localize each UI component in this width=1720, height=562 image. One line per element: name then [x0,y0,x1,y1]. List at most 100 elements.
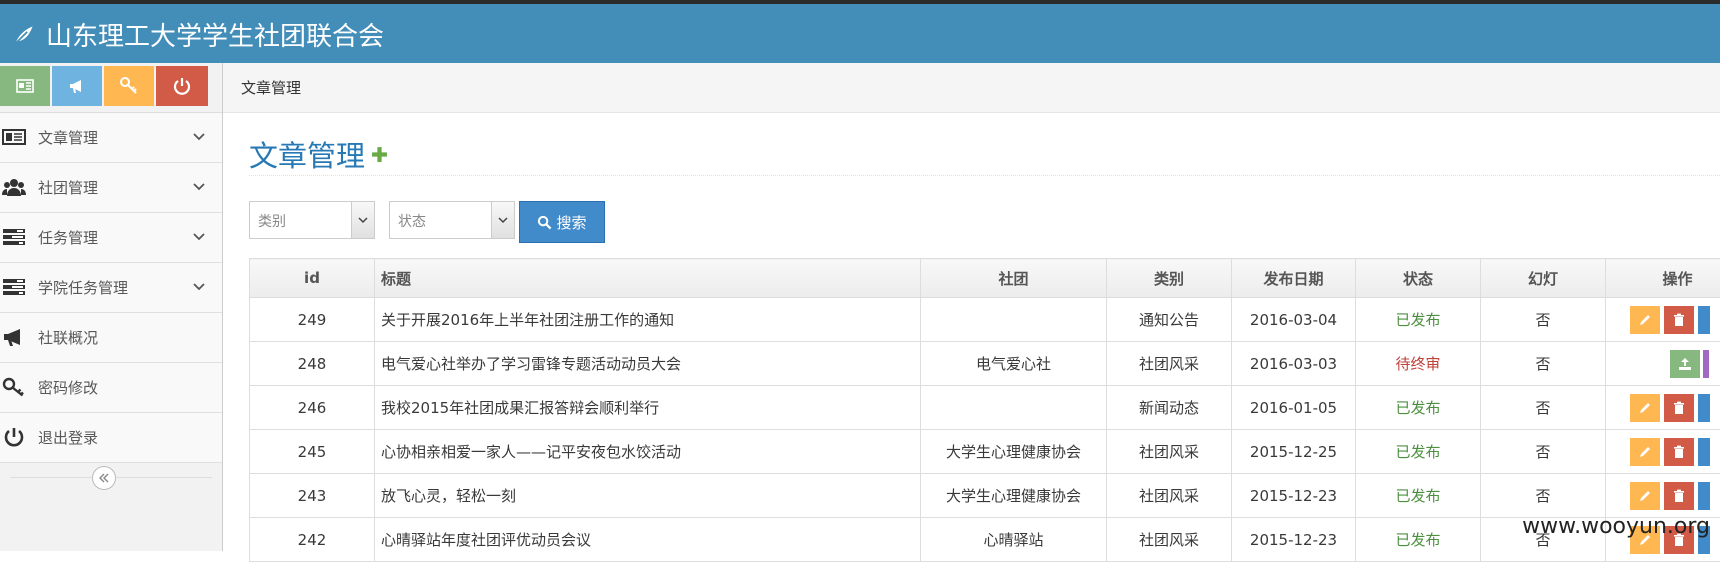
column-header[interactable]: 幻灯 [1481,259,1606,298]
edit-button[interactable] [1630,394,1660,422]
row-actions [1606,298,1720,341]
delete-button[interactable] [1664,438,1694,466]
cell-slide: 否 [1481,298,1606,342]
cell-status: 已发布 [1356,298,1481,342]
edit-button[interactable] [1630,482,1660,510]
row-action-button[interactable] [1698,306,1710,334]
cell-status: 已发布 [1356,518,1481,562]
cell-slide: 否 [1481,430,1606,474]
articles-table-wrap: id 标题 社团 类别 发布日期 状态 幻灯 操作 249 关于开展2016年上… [249,258,1720,562]
leaf-icon [12,21,38,47]
shortcut-logout-button[interactable] [156,66,208,106]
row-action-button[interactable] [1698,438,1710,466]
cell-title[interactable]: 电气爱心社举办了学习雷锋专题活动动员大会 [375,342,921,386]
sidebar-item-college-tasks[interactable]: 学院任务管理 [0,263,222,313]
breadcrumb-item[interactable]: 文章管理 [241,77,301,98]
plus-icon[interactable] [371,146,388,163]
trash-icon [1672,489,1686,503]
search-icon [537,215,552,230]
cell-club [921,298,1107,342]
cell-id: 246 [250,386,375,430]
double-chevron-left-icon [98,472,110,484]
sidebar-collapse-button[interactable] [92,466,116,490]
cell-status: 已发布 [1356,386,1481,430]
cell-category: 社团风采 [1107,474,1232,518]
key-icon [119,76,139,96]
cell-category: 社团风采 [1107,518,1232,562]
cell-actions [1606,430,1720,474]
cell-title[interactable]: 心晴驿站年度社团评优动员会议 [375,518,921,562]
cell-id: 242 [250,518,375,562]
cell-club: 电气爱心社 [921,342,1107,386]
cell-status: 已发布 [1356,430,1481,474]
cell-title[interactable]: 关于开展2016年上半年社团注册工作的通知 [375,298,921,342]
cell-id: 245 [250,430,375,474]
cell-status: 待终审 [1356,342,1481,386]
articles-table: id 标题 社团 类别 发布日期 状态 幻灯 操作 249 关于开展2016年上… [249,258,1720,562]
table-row: 249 关于开展2016年上半年社团注册工作的通知 通知公告 2016-03-0… [250,298,1720,342]
cell-id: 249 [250,298,375,342]
cell-title[interactable]: 心协相亲相爱一家人——记平安夜包水饺活动 [375,430,921,474]
cell-club [921,386,1107,430]
sidebar-item-label: 文章管理 [38,127,98,148]
sidebar-item-password[interactable]: 密码修改 [0,363,222,413]
column-header[interactable]: 标题 [375,259,921,298]
row-actions [1606,386,1720,429]
page-header: 文章管理 [249,125,1720,176]
row-action-button[interactable] [1698,482,1710,510]
cell-actions [1606,386,1720,430]
sidebar-item-label: 任务管理 [38,227,98,248]
cell-title[interactable]: 我校2015年社团成果汇报答辩会顺利举行 [375,386,921,430]
trash-icon [1672,313,1686,327]
row-action-button[interactable] [1698,394,1710,422]
row-action-button[interactable] [1703,350,1709,378]
trash-icon [1672,401,1686,415]
table-header-row: id 标题 社团 类别 发布日期 状态 幻灯 操作 [250,259,1720,298]
row-actions [1606,430,1720,473]
column-header[interactable]: 社团 [921,259,1107,298]
sidebar-item-overview[interactable]: 社联概况 [0,313,222,363]
shortcut-announce-button[interactable] [52,66,102,106]
bullhorn-icon [2,327,26,347]
cell-status: 已发布 [1356,474,1481,518]
cell-date: 2016-01-05 [1232,386,1356,430]
brand[interactable]: 山东理工大学学生社团联合会 [12,14,384,54]
chevron-down-icon [491,202,514,238]
sidebar-item-label: 社联概况 [38,327,98,348]
cell-category: 社团风采 [1107,430,1232,474]
cell-club: 心晴驿站 [921,518,1107,562]
shortcut-articles-button[interactable] [0,66,50,106]
edit-button[interactable] [1630,438,1660,466]
cell-club: 大学生心理健康协会 [921,430,1107,474]
edit-button[interactable] [1630,306,1660,334]
delete-button[interactable] [1664,306,1694,334]
upload-icon [1678,357,1692,371]
shortcut-password-button[interactable] [104,66,154,106]
sidebar-item-label: 密码修改 [38,377,98,398]
cell-id: 248 [250,342,375,386]
cell-actions [1606,474,1720,518]
sidebar-item-clubs[interactable]: 社团管理 [0,163,222,213]
publish-button[interactable] [1670,350,1700,378]
column-header[interactable]: id [250,259,375,298]
column-header[interactable]: 发布日期 [1232,259,1356,298]
cell-date: 2015-12-23 [1232,474,1356,518]
power-icon [172,76,192,96]
sidebar-item-articles[interactable]: 文章管理 [0,113,222,163]
sidebar-item-label: 学院任务管理 [38,277,128,298]
cell-club: 大学生心理健康协会 [921,474,1107,518]
sidebar-item-tasks[interactable]: 任务管理 [0,213,222,263]
column-header[interactable]: 类别 [1107,259,1232,298]
status-select[interactable]: 状态 [389,201,515,239]
delete-button[interactable] [1664,482,1694,510]
search-button-label: 搜索 [556,212,586,233]
delete-button[interactable] [1664,394,1694,422]
cell-title[interactable]: 放飞心灵，轻松一刻 [375,474,921,518]
column-header[interactable]: 操作 [1606,259,1720,298]
search-button[interactable]: 搜索 [519,201,605,243]
cell-slide: 否 [1481,474,1606,518]
category-select[interactable]: 类别 [249,201,375,239]
column-header[interactable]: 状态 [1356,259,1481,298]
users-icon [2,177,26,197]
sidebar-item-logout[interactable]: 退出登录 [0,413,222,463]
